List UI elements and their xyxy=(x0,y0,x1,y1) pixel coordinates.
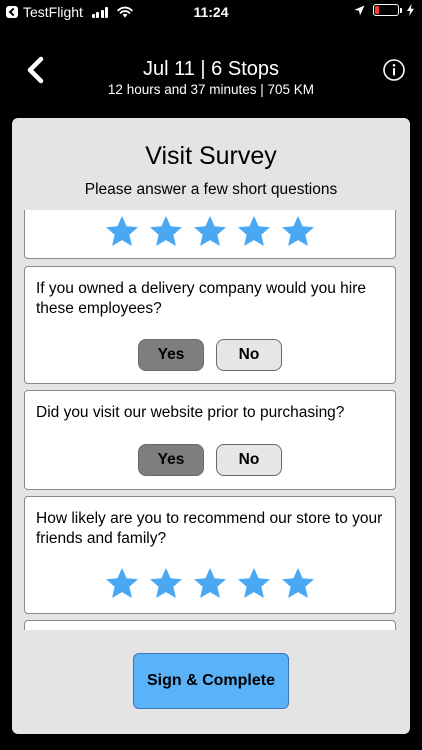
nav-header: Jul 11 | 6 Stops 12 hours and 37 minutes… xyxy=(0,48,422,104)
survey-subtitle: Please answer a few short questions xyxy=(84,181,338,198)
yes-button[interactable]: Yes xyxy=(138,339,204,371)
status-bar: TestFlight 11:24 xyxy=(0,0,422,26)
question-text: How likely are you to recommend our stor… xyxy=(36,510,383,547)
question-text: If you owned a delivery company would yo… xyxy=(36,280,366,317)
yes-button[interactable]: Yes xyxy=(138,444,204,476)
question-list[interactable]: If you owned a delivery company would yo… xyxy=(12,210,410,630)
no-button[interactable]: No xyxy=(216,444,282,476)
star-icon[interactable] xyxy=(104,567,140,601)
star-icon[interactable] xyxy=(148,567,184,601)
star-icon[interactable] xyxy=(148,215,184,249)
question-text: Did you visit our website prior to purch… xyxy=(36,404,345,421)
star-icon[interactable] xyxy=(236,567,272,601)
route-title: Jul 11 | 6 Stops xyxy=(142,58,279,80)
star-icon[interactable] xyxy=(280,215,316,249)
battery-level xyxy=(375,6,380,14)
star-icon[interactable] xyxy=(192,215,228,249)
survey-title: Visit Survey xyxy=(145,142,277,170)
charging-bolt-icon xyxy=(407,4,414,16)
status-right xyxy=(354,4,414,16)
star-rating[interactable] xyxy=(25,215,395,249)
star-icon[interactable] xyxy=(104,215,140,249)
star-rating[interactable] xyxy=(25,567,395,601)
star-icon[interactable] xyxy=(236,215,272,249)
question-visited-website: Did you visit our website prior to purch… xyxy=(24,390,396,490)
survey-card: Visit Survey Please answer a few short q… xyxy=(12,118,410,734)
question-hire-employees: If you owned a delivery company would yo… xyxy=(24,266,396,384)
battery-icon xyxy=(373,4,402,16)
question-next-partial xyxy=(24,620,396,630)
star-icon[interactable] xyxy=(280,567,316,601)
sign-and-complete-button[interactable]: Sign & Complete xyxy=(133,653,289,709)
app-screen: TestFlight 11:24 Jul 11 | 6 Stops 12 hou… xyxy=(0,0,422,750)
question-recommend-store: How likely are you to recommend our stor… xyxy=(24,496,396,614)
no-button[interactable]: No xyxy=(216,339,282,371)
yes-no-group: Yes No xyxy=(25,444,395,476)
info-circle-icon[interactable] xyxy=(383,59,405,81)
question-rating-top xyxy=(24,210,396,259)
location-arrow-icon xyxy=(354,5,365,15)
yes-no-group: Yes No xyxy=(25,339,395,371)
star-icon[interactable] xyxy=(192,567,228,601)
route-subtitle: 12 hours and 37 minutes | 705 KM xyxy=(107,82,315,97)
